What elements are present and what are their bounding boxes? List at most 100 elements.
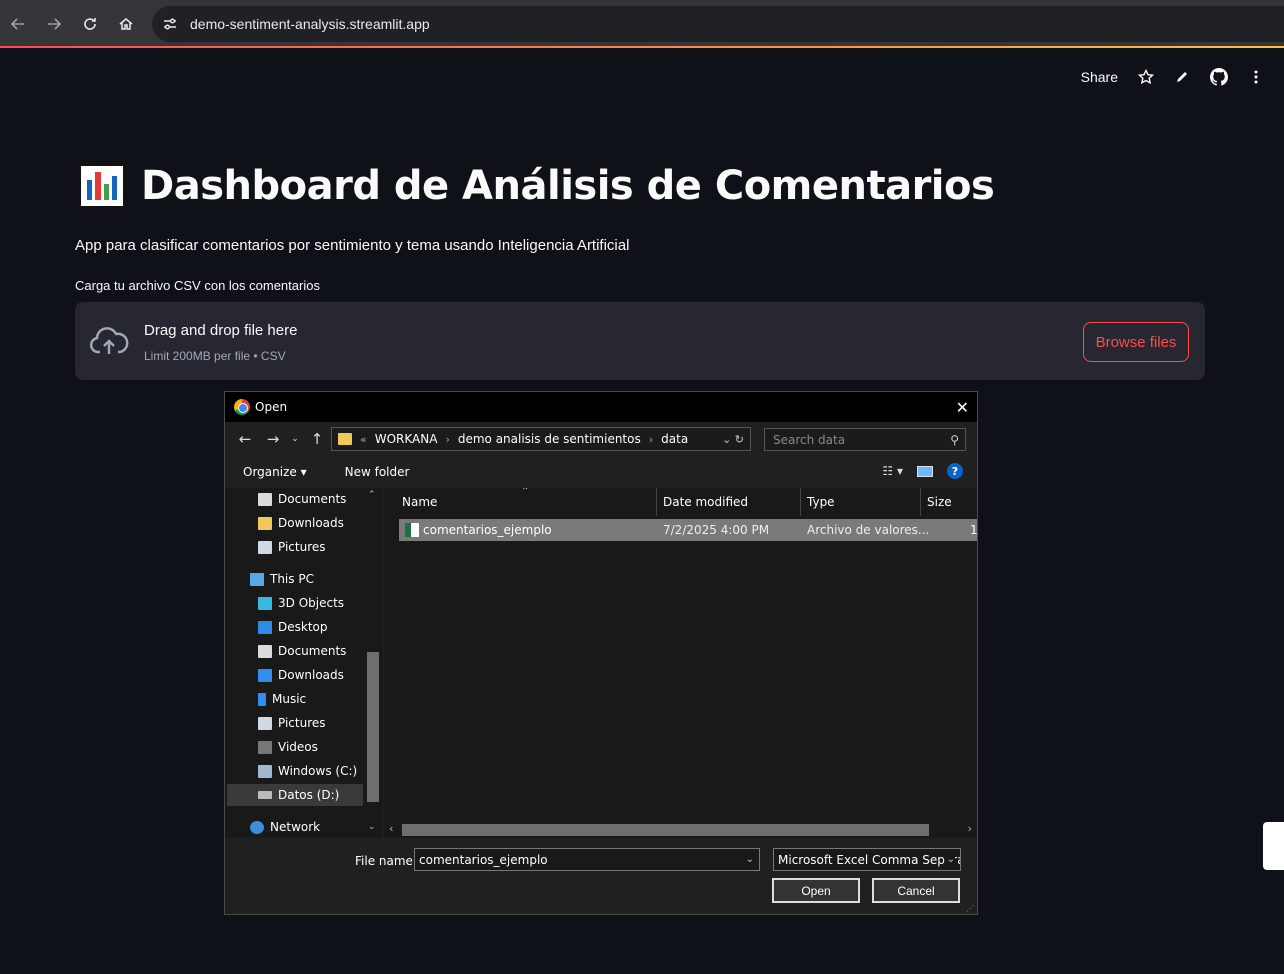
dropzone-title: Drag and drop file here [144,322,298,339]
star-icon[interactable] [1138,69,1154,85]
back-arrow-icon[interactable]: ← [233,430,257,448]
column-size[interactable]: Size [921,488,977,516]
nav-item-label: Music [272,692,307,706]
sort-asc-icon: ⌃ [521,488,530,497]
nav-item-pictures[interactable]: Pictures [258,536,326,558]
dialog-command-bar: Organize ▾ New folder ☷ ▾ ? [225,458,977,486]
scroll-left-icon[interactable]: ‹ [389,822,393,835]
chrome-icon [234,399,250,415]
file-row[interactable]: comentarios_ejemplo 7/2/2025 4:00 PM Arc… [399,519,977,541]
dropzone-limit: Limit 200MB per file • CSV [144,349,286,363]
edit-icon[interactable] [1174,69,1190,85]
pictures-icon [258,716,272,730]
organize-button[interactable]: Organize ▾ [243,465,307,479]
nav-item-label: Downloads [278,668,344,682]
nav-item-downloads[interactable]: Downloads [258,512,344,534]
open-button[interactable]: Open [772,878,860,903]
preview-pane-icon[interactable] [917,465,933,477]
horizontal-scrollbar[interactable]: ‹ › [384,822,977,838]
refresh-icon[interactable]: ⌄ ↻ [722,433,744,446]
view-controls: ☷ ▾ ? [882,463,963,479]
nav-item-network[interactable]: Network [250,816,320,838]
back-icon[interactable] [0,6,36,42]
scroll-up-icon[interactable]: ⌃ [368,490,376,500]
column-name[interactable]: Name ⌃ [384,488,657,516]
column-date-modified[interactable]: Date modified [657,488,801,516]
app-toolbar: Share [1081,68,1264,86]
scrollbar-thumb[interactable] [367,652,379,802]
help-icon[interactable]: ? [947,463,963,479]
view-options-icon[interactable]: ☷ ▾ [882,464,903,478]
file-name-input[interactable]: comentarios_ejemplo ⌄ [414,848,760,871]
nav-item-videos[interactable]: Videos [258,736,318,758]
file-date: 7/2/2025 4:00 PM [663,523,770,537]
nav-item-label: Pictures [278,716,326,730]
column-type[interactable]: Type [801,488,921,516]
breadcrumb-item[interactable]: data [661,432,688,446]
url-text: demo-sentiment-analysis.streamlit.app [190,16,430,32]
file-type-value: Microsoft Excel Comma Separa [778,852,961,867]
chevron-right-icon: › [648,432,654,446]
network-icon [250,820,264,834]
folder-icon [258,516,272,530]
breadcrumb-item[interactable]: demo analisis de sentimientos [458,432,641,446]
nav-item-label: Windows (C:) [278,764,358,778]
file-size: 1 [970,523,977,537]
dialog-title: Open [255,400,288,414]
nav-item-this-pc[interactable]: This PC [250,568,314,590]
dialog-address-row: ← → ⌄ ↑ « WORKANA › demo analisis de sen… [225,424,977,454]
resize-grip-icon[interactable]: ⋰ [966,904,974,913]
nav-item-label: Pictures [278,540,326,554]
cancel-button[interactable]: Cancel [872,878,960,903]
nav-item-music[interactable]: Music [258,688,306,710]
side-widget-tab[interactable] [1263,822,1284,870]
page-subtitle: App para clasificar comentarios por sent… [75,237,630,254]
scroll-right-icon[interactable]: › [968,822,972,835]
folder-icon [338,433,352,445]
dialog-breadcrumb[interactable]: « WORKANA › demo analisis de sentimiento… [331,427,751,451]
site-settings-icon[interactable] [162,16,178,32]
chevron-down-icon[interactable]: ⌄ [746,854,754,865]
nav-item-label: 3D Objects [278,596,345,610]
share-button[interactable]: Share [1081,69,1118,85]
forward-icon[interactable] [36,6,72,42]
file-type-select[interactable]: Microsoft Excel Comma Separa ⌄ [773,848,961,871]
file-list: Name ⌃ Date modified Type Size comentario… [384,488,977,838]
file-dropzone[interactable]: Drag and drop file here Limit 200MB per … [75,302,1205,380]
nav-item-pictures-pc[interactable]: Pictures [258,712,326,734]
nav-item-documents-pc[interactable]: Documents [258,640,346,662]
github-icon[interactable] [1210,68,1228,86]
breadcrumb-item[interactable]: WORKANA [375,432,438,446]
column-label: Size [927,495,952,509]
breadcrumb-overflow[interactable]: « [360,433,367,446]
nav-item-label: Documents [278,492,347,506]
nav-item-label: Network [270,820,321,834]
nav-item-label: Desktop [278,620,328,634]
recent-locations-icon[interactable]: ⌄ [289,434,301,444]
nav-item-documents[interactable]: Documents [258,488,346,510]
streamlit-accent-bar [0,46,1284,48]
more-menu-icon[interactable] [1248,69,1264,85]
reload-icon[interactable] [72,6,108,42]
up-folder-icon[interactable]: ↑ [305,430,329,448]
nav-item-windows-c[interactable]: Windows (C:) [258,760,357,782]
nav-item-datos-d[interactable]: Datos (D:) [227,784,363,806]
nav-scrollbar[interactable]: ⌃ ⌄ [364,488,382,838]
chevron-down-icon[interactable]: ⌄ [944,854,955,865]
close-icon[interactable]: ✕ [956,398,969,417]
computer-icon [250,572,264,586]
forward-arrow-icon[interactable]: → [261,430,285,448]
documents-icon [258,644,272,658]
browse-files-button[interactable]: Browse files [1083,322,1189,362]
nav-item-3d-objects[interactable]: 3D Objects [258,592,344,614]
scroll-down-icon[interactable]: ⌄ [368,822,376,832]
file-name: comentarios_ejemplo [423,523,552,537]
new-folder-button[interactable]: New folder [345,465,410,479]
address-bar[interactable]: demo-sentiment-analysis.streamlit.app [152,6,1284,42]
nav-item-desktop[interactable]: Desktop [258,616,328,638]
file-type: Archivo de valores... [807,523,930,537]
home-icon[interactable] [108,6,144,42]
nav-item-downloads-pc[interactable]: Downloads [258,664,344,686]
dialog-search-input[interactable]: Search data ⚲ [764,428,966,451]
scrollbar-thumb[interactable] [402,824,929,836]
